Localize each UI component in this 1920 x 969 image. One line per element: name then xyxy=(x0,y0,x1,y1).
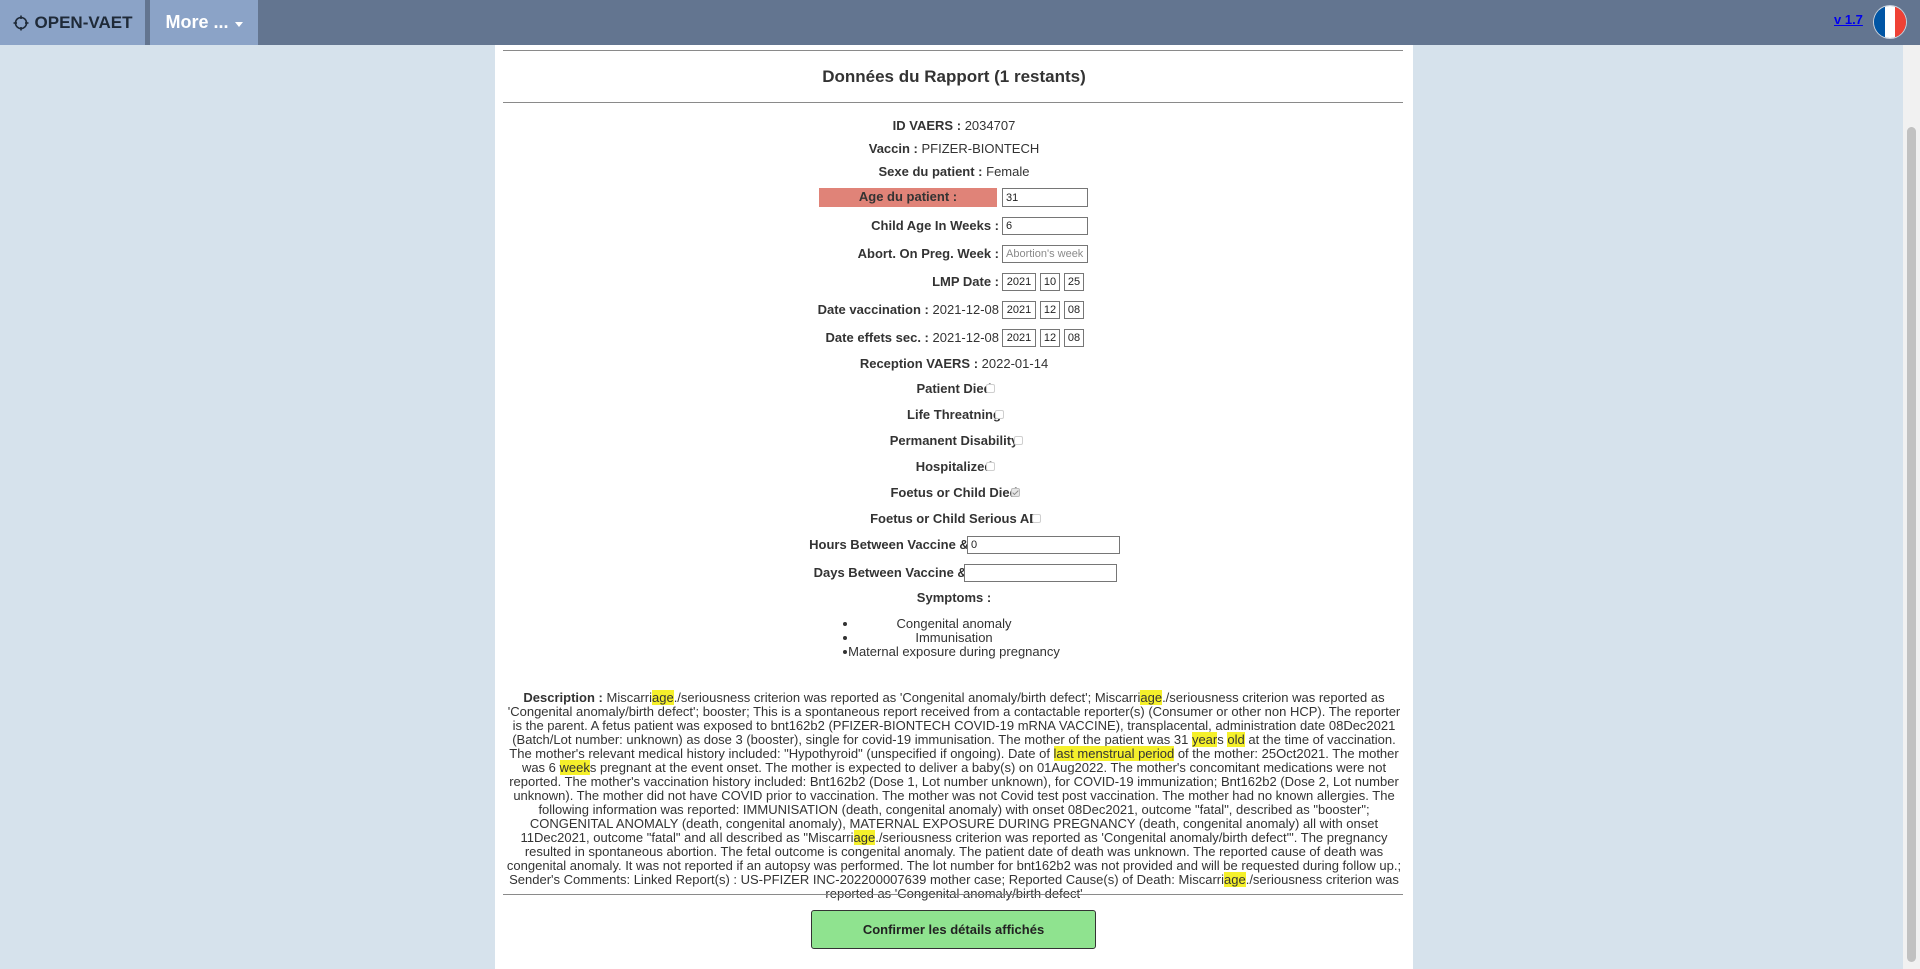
abortion-week-label: Abort. On Preg. Week : xyxy=(857,246,999,261)
side-effects-date-label-row: Date effets sec. : 2021-12-08 xyxy=(695,330,999,345)
vaers-id-label: ID VAERS : xyxy=(892,118,962,133)
reception-label: Reception VAERS : xyxy=(859,356,979,371)
symptom-text: Congenital anomaly xyxy=(896,616,1012,631)
checkbox-row-permanent-disability: Permanent Disability xyxy=(495,433,1413,448)
vaccine-value: PFIZER-BIONTECH xyxy=(921,141,1040,156)
hospitalized-label: Hospitalized xyxy=(915,459,993,474)
hospitalized-checkbox[interactable] xyxy=(986,462,995,471)
lmp-year-input[interactable] xyxy=(1002,273,1036,291)
vaccine-label: Vaccin : xyxy=(868,141,918,156)
vaers-id-value: 2034707 xyxy=(964,118,1016,133)
more-menu-button[interactable]: More ... xyxy=(150,0,258,45)
divider-title xyxy=(503,102,1403,103)
vaers-id-row: ID VAERS : 2034707 xyxy=(495,118,1413,133)
hours-between-label: Hours Between Vaccine & AE xyxy=(809,537,990,552)
symptoms-row: Symptoms : xyxy=(495,590,1413,605)
vaccine-row: Vaccin : PFIZER-BIONTECH xyxy=(495,141,1413,156)
scrollbar-thumb[interactable] xyxy=(1907,127,1916,962)
vaccination-date-text: 2021-12-08 xyxy=(932,302,1000,317)
child-age-weeks-input[interactable] xyxy=(1002,217,1088,235)
side-effects-date-text: 2021-12-08 xyxy=(932,330,1000,345)
foetus-serious-ae-label: Foetus or Child Serious AE xyxy=(870,511,1038,526)
age-input[interactable] xyxy=(1002,188,1088,207)
foetus-died-checkbox[interactable] xyxy=(1011,488,1020,497)
description-label: Description : xyxy=(523,690,603,705)
lmp-month-input[interactable] xyxy=(1040,273,1060,291)
hours-between-input[interactable] xyxy=(967,536,1120,554)
vaccination-month-input[interactable] xyxy=(1040,301,1060,319)
bullet-icon xyxy=(843,650,847,654)
vaccination-day-input[interactable] xyxy=(1064,301,1084,319)
crosshair-icon xyxy=(13,15,29,30)
child-age-weeks-label: Child Age In Weeks : xyxy=(871,218,999,233)
symptom-item: Congenital anomaly xyxy=(495,617,1413,631)
symptom-item: Maternal exposure during pregnancy xyxy=(495,645,1413,659)
checkbox-row-hospitalized: Hospitalized xyxy=(495,459,1413,474)
patient-died-label: Patient Died xyxy=(916,381,992,396)
sex-value: Female xyxy=(986,164,1030,179)
side-effects-day-input[interactable] xyxy=(1064,329,1084,347)
symptom-text: Immunisation xyxy=(915,630,993,645)
checkbox-row-foetus-died: Foetus or Child Died xyxy=(495,485,1413,500)
side-effects-month-input[interactable] xyxy=(1040,329,1060,347)
report-title: Données du Rapport (1 restants) xyxy=(822,67,1086,86)
sex-row: Sexe du patient : Female xyxy=(495,164,1413,179)
foetus-died-label: Foetus or Child Died xyxy=(890,485,1018,500)
version-link[interactable]: v 1.7 xyxy=(1834,12,1863,27)
brand-label: OPEN-VAET xyxy=(34,12,133,32)
checkbox-row-foetus-serious-ae: Foetus or Child Serious AE xyxy=(495,511,1413,526)
flag-stripe-blue xyxy=(1874,6,1885,38)
days-between-input[interactable] xyxy=(964,564,1117,582)
life-threatning-label: Life Threatning xyxy=(907,407,1001,422)
vaccination-date-label: Date vaccination : xyxy=(817,302,929,317)
symptom-item: Immunisation xyxy=(495,631,1413,645)
symptom-text: Maternal exposure during pregnancy xyxy=(848,644,1060,659)
divider-bottom xyxy=(503,894,1403,895)
permanent-disability-checkbox[interactable] xyxy=(1014,436,1023,445)
age-label-highlight: Age du patient : xyxy=(819,188,997,207)
top-navbar: OPEN-VAET More ... v 1.7 xyxy=(0,0,1920,45)
abortion-week-input[interactable] xyxy=(1002,245,1088,263)
page-scrollbar[interactable] xyxy=(1903,45,1920,969)
foetus-serious-ae-checkbox[interactable] xyxy=(1032,514,1041,523)
caret-down-icon xyxy=(234,21,243,27)
description-block: Description : Miscarriage./seriousness c… xyxy=(503,690,1405,901)
patient-died-checkbox[interactable] xyxy=(986,384,995,393)
confirm-details-label: Confirmer les détails affichés xyxy=(862,922,1045,937)
vaccination-date-label-row: Date vaccination : 2021-12-08 xyxy=(695,302,999,317)
confirm-details-button[interactable]: Confirmer les détails affichés xyxy=(811,910,1096,949)
side-effects-year-input[interactable] xyxy=(1002,329,1036,347)
report-panel: Données du Rapport (1 restants) ID VAERS… xyxy=(495,45,1413,969)
checkbox-row-life-threatning: Life Threatning xyxy=(495,407,1413,422)
days-between-label: Days Between Vaccine & AE xyxy=(813,565,988,580)
bullet-icon xyxy=(843,636,847,640)
sex-label: Sexe du patient : xyxy=(878,164,983,179)
side-effects-date-label: Date effets sec. : xyxy=(825,330,929,345)
life-threatning-checkbox[interactable] xyxy=(995,410,1004,419)
vaccination-year-input[interactable] xyxy=(1002,301,1036,319)
brand-home-link[interactable]: OPEN-VAET xyxy=(0,0,145,45)
permanent-disability-label: Permanent Disability xyxy=(889,433,1019,448)
description-text: Miscarriage./seriousness criterion was r… xyxy=(506,690,1402,901)
checkbox-row-patient-died: Patient Died xyxy=(495,381,1413,396)
bullet-icon xyxy=(843,622,847,626)
symptoms-list: Congenital anomaly Immunisation Maternal… xyxy=(495,617,1413,659)
french-flag-icon[interactable] xyxy=(1874,6,1906,38)
flag-stripe-white xyxy=(1884,6,1896,38)
flag-stripe-red xyxy=(1895,6,1906,38)
lmp-day-input[interactable] xyxy=(1064,273,1084,291)
reception-value: 2022-01-14 xyxy=(981,356,1049,371)
more-menu-label: More ... xyxy=(165,12,229,32)
lmp-date-label: LMP Date : xyxy=(932,274,999,289)
divider-top xyxy=(503,50,1403,51)
reception-row: Reception VAERS : 2022-01-14 xyxy=(495,356,1413,371)
symptoms-label: Symptoms : xyxy=(916,590,992,605)
